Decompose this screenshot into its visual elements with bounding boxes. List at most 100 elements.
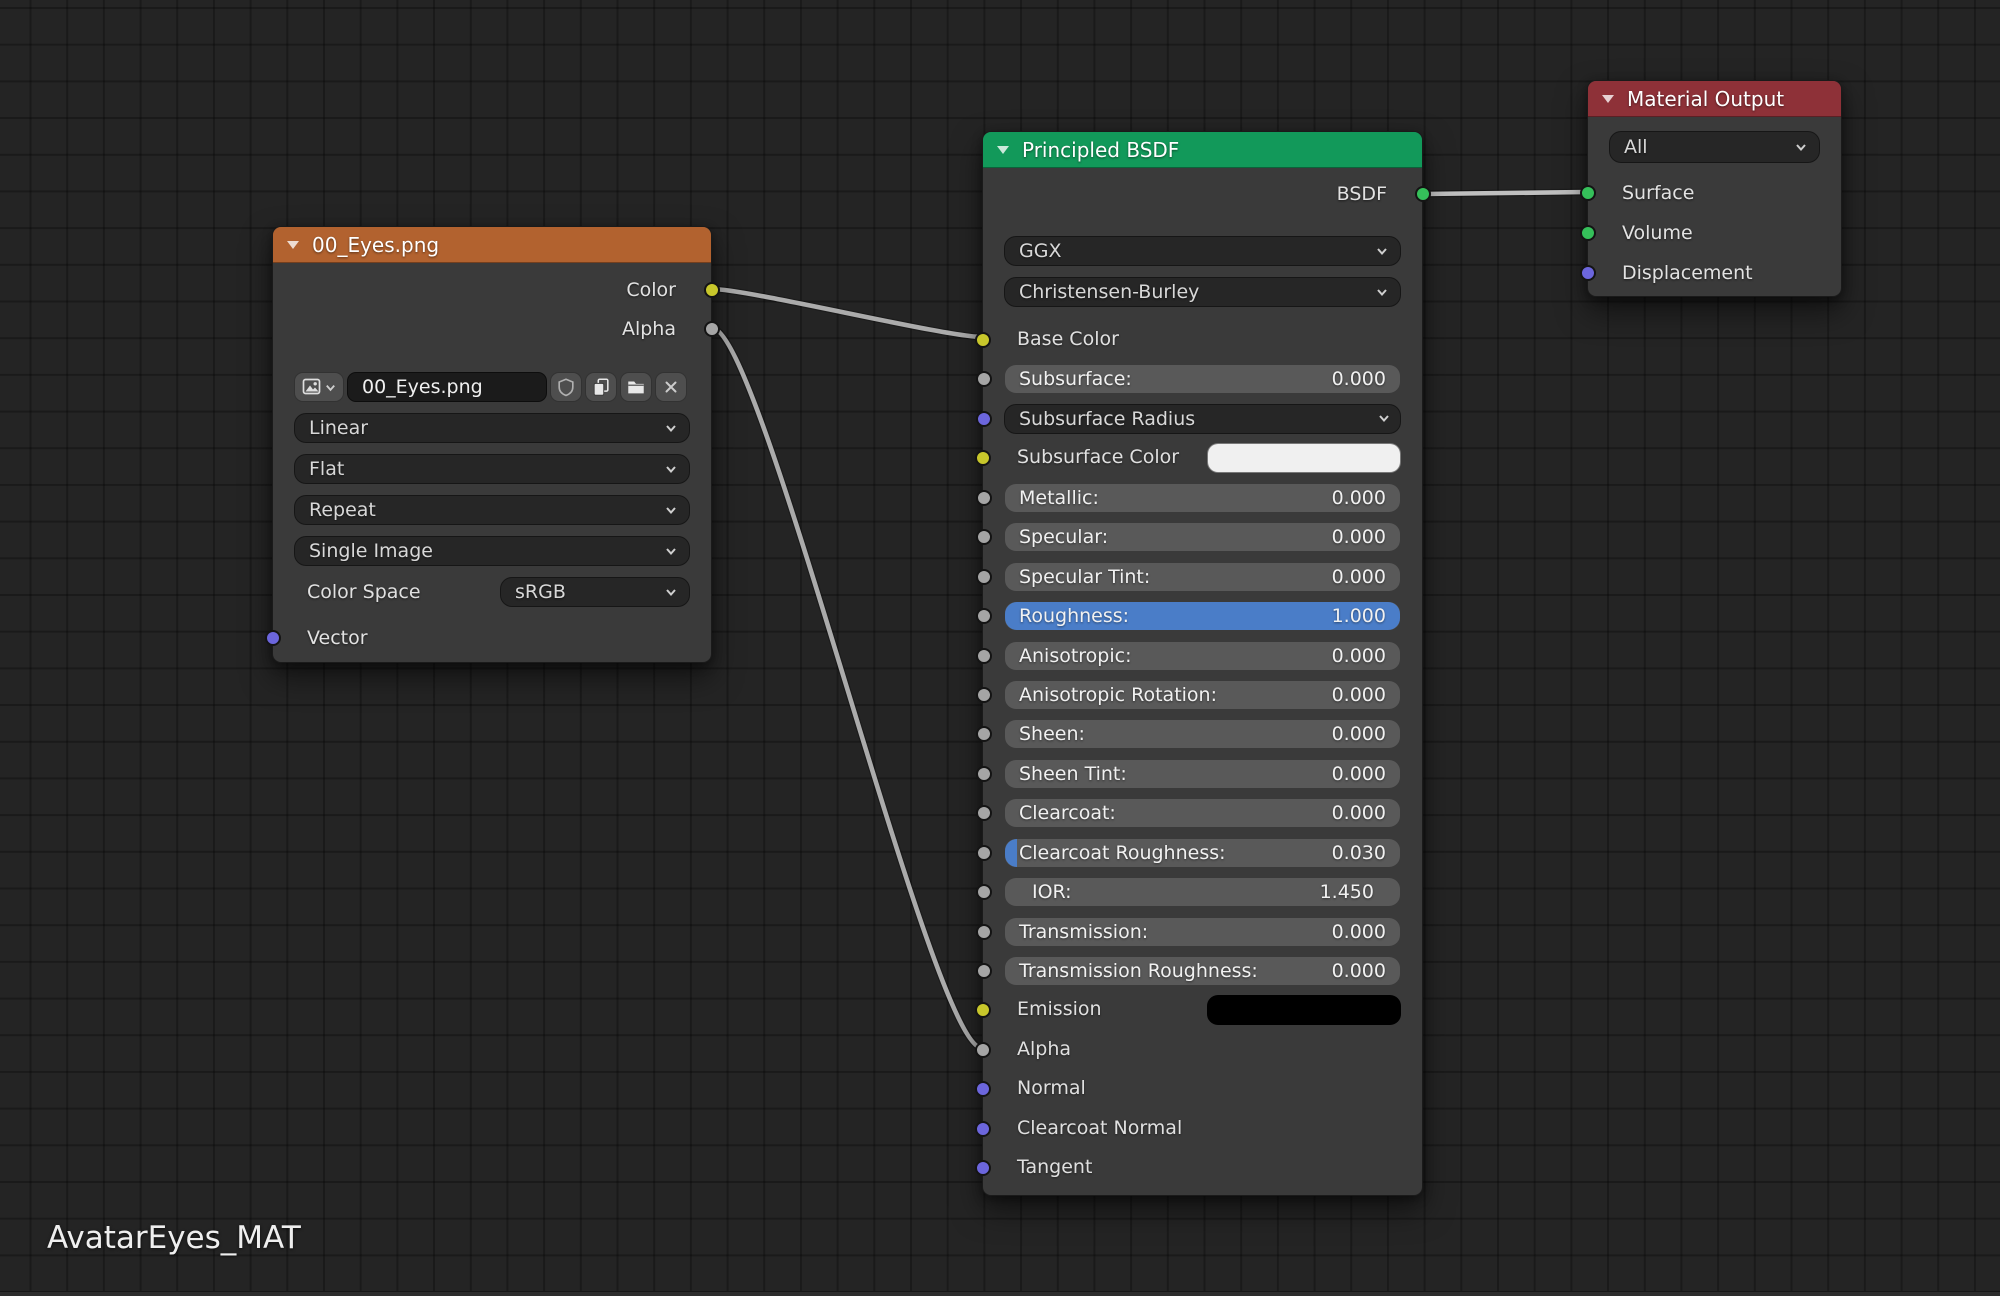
node-material-output[interactable]: Material Output All Surface Volume Displ… (1587, 80, 1842, 297)
duplicate-image-button[interactable] (585, 372, 617, 402)
slider-label: Transmission: (1019, 918, 1148, 946)
node-image-texture[interactable]: 00_Eyes.png Color Alpha 00_Eyes.png (272, 226, 712, 663)
bsdf-row-transmission-roughness[interactable]: Transmission Roughness:0.000 (1004, 956, 1401, 986)
projection-value: Flat (309, 458, 344, 480)
socket-sheen-input[interactable] (976, 726, 992, 742)
chevron-down-icon (324, 381, 337, 394)
slider-label: Sheen: (1019, 720, 1085, 748)
bsdf-row-normal: Normal (1004, 1074, 1401, 1104)
socket-emission-input[interactable] (975, 1002, 991, 1018)
bsdf-row-specular-tint[interactable]: Specular Tint:0.000 (1004, 562, 1401, 592)
socket-metallic-input[interactable] (976, 490, 992, 506)
bsdf-row-subsurface[interactable]: Subsurface:0.000 (1004, 364, 1401, 394)
node-principled-bsdf[interactable]: Principled BSDF BSDF GGX Christensen-Bur… (982, 131, 1423, 1196)
bsdf-row-clearcoat[interactable]: Clearcoat:0.000 (1004, 798, 1401, 828)
slider-value: 0.000 (1332, 918, 1386, 946)
socket-normal-input[interactable] (975, 1081, 991, 1097)
socket-transmission-roughness-input[interactable] (976, 963, 992, 979)
image-texture-header[interactable]: 00_Eyes.png (273, 227, 711, 263)
collapse-triangle-icon[interactable] (997, 146, 1009, 154)
socket-subsurface-color-input[interactable] (975, 450, 991, 466)
slider-value: 0.000 (1332, 760, 1386, 788)
bsdf-row-specular[interactable]: Specular:0.000 (1004, 522, 1401, 552)
input-label-vector: Vector (307, 627, 368, 649)
socket-specular-input[interactable] (976, 529, 992, 545)
output-label-bsdf: BSDF (1337, 183, 1387, 205)
color-label: Emission (1017, 995, 1102, 1023)
output-label-color: Color (626, 279, 676, 301)
wire-alpha-to-alpha (712, 328, 982, 1048)
interpolation-select[interactable]: Linear (294, 413, 690, 443)
principled-bsdf-header[interactable]: Principled BSDF (983, 132, 1422, 168)
collapse-triangle-icon[interactable] (1602, 95, 1614, 103)
image-name-field[interactable]: 00_Eyes.png (347, 372, 547, 402)
projection-select[interactable]: Flat (294, 454, 690, 484)
distribution-select[interactable]: GGX (1004, 236, 1401, 266)
socket-image-alpha-output[interactable] (704, 321, 720, 337)
source-select[interactable]: Single Image (294, 536, 690, 566)
socket-clearcoat-input[interactable] (976, 805, 992, 821)
bsdf-row-tangent: Tangent (1004, 1153, 1401, 1183)
socket-anisotropic-input[interactable] (976, 648, 992, 664)
input-label-displacement: Displacement (1622, 262, 1753, 284)
slider-label: Metallic: (1019, 484, 1099, 512)
socket-tangent-input[interactable] (975, 1160, 991, 1176)
fake-user-button[interactable] (550, 372, 582, 402)
socket-displacement-input[interactable] (1580, 265, 1596, 281)
output-target-select[interactable]: All (1609, 131, 1820, 163)
bsdf-row-ior[interactable]: IOR:1.450 (1004, 877, 1401, 907)
input-row-surface: Surface (1609, 179, 1820, 207)
unlink-image-button[interactable] (655, 372, 687, 402)
socket-image-color-output[interactable] (704, 282, 720, 298)
emission-color-swatch[interactable] (1207, 995, 1401, 1025)
bsdf-row-transmission[interactable]: Transmission: 0.000 (1004, 917, 1401, 947)
bsdf-row-sheen[interactable]: Sheen:0.000 (1004, 719, 1401, 749)
socket-subsurface-radius-input[interactable] (976, 411, 992, 427)
chevron-down-icon (663, 543, 679, 559)
bsdf-row-roughness[interactable]: Roughness:1.000 (1004, 601, 1401, 631)
socket-anisotropic-rotation-input[interactable] (976, 687, 992, 703)
socket-surface-input[interactable] (1580, 185, 1596, 201)
socket-base-color-input[interactable] (975, 332, 991, 348)
open-image-button[interactable] (620, 372, 652, 402)
chevron-down-icon (1793, 139, 1809, 155)
socket-clearcoat-normal-input[interactable] (975, 1121, 991, 1137)
socket-alpha-input[interactable] (975, 1042, 991, 1058)
shield-icon (556, 377, 576, 397)
socket-transmission-input[interactable] (976, 924, 992, 940)
bsdf-row-alpha: Alpha (1004, 1035, 1401, 1065)
color-space-label: Color Space (307, 577, 421, 607)
subsurface-method-value: Christensen-Burley (1019, 281, 1199, 303)
copy-icon (591, 377, 611, 397)
socket-ior-input[interactable] (976, 884, 992, 900)
output-row-color: Color (294, 276, 690, 304)
socket-image-vector-input[interactable] (265, 630, 281, 646)
bsdf-row-anisotropic-rotation[interactable]: Anisotropic Rotation:0.000 (1004, 680, 1401, 710)
material-output-header[interactable]: Material Output (1588, 81, 1841, 117)
bsdf-row-clearcoat-roughness[interactable]: Clearcoat Roughness:0.030 (1004, 838, 1401, 868)
bsdf-row-metallic[interactable]: Metallic:0.000 (1004, 483, 1401, 513)
socket-roughness-input[interactable] (976, 608, 992, 624)
bsdf-row-anisotropic[interactable]: Anisotropic:0.000 (1004, 641, 1401, 671)
node-editor-canvas[interactable]: 00_Eyes.png Color Alpha 00_Eyes.png (0, 0, 2000, 1296)
subsurface-method-select[interactable]: Christensen-Burley (1004, 277, 1401, 307)
slider-value: 0.000 (1332, 799, 1386, 827)
collapse-triangle-icon[interactable] (287, 241, 299, 249)
wire-color-to-base-color (712, 289, 982, 337)
socket-volume-input[interactable] (1580, 225, 1596, 241)
socket-subsurface-input[interactable] (976, 371, 992, 387)
color-space-select[interactable]: sRGB (500, 577, 690, 607)
socket-clearcoat-roughness-input[interactable] (976, 845, 992, 861)
bsdf-row-sheen-tint[interactable]: Sheen Tint:0.000 (1004, 759, 1401, 789)
socket-bsdf-output[interactable] (1415, 186, 1431, 202)
extension-select[interactable]: Repeat (294, 495, 690, 525)
chevron-down-icon (663, 420, 679, 436)
input-label: Clearcoat Normal (1017, 1114, 1182, 1142)
socket-sheen-tint-input[interactable] (976, 766, 992, 782)
image-datablock-menu-button[interactable] (294, 372, 344, 402)
bsdf-row-subsurface-radius[interactable]: Subsurface Radius (1004, 404, 1401, 434)
socket-specular-tint-input[interactable] (976, 569, 992, 585)
chevron-down-icon (663, 461, 679, 477)
subsurface-color-color-swatch[interactable] (1207, 443, 1401, 473)
bsdf-row-clearcoat-normal: Clearcoat Normal (1004, 1114, 1401, 1144)
